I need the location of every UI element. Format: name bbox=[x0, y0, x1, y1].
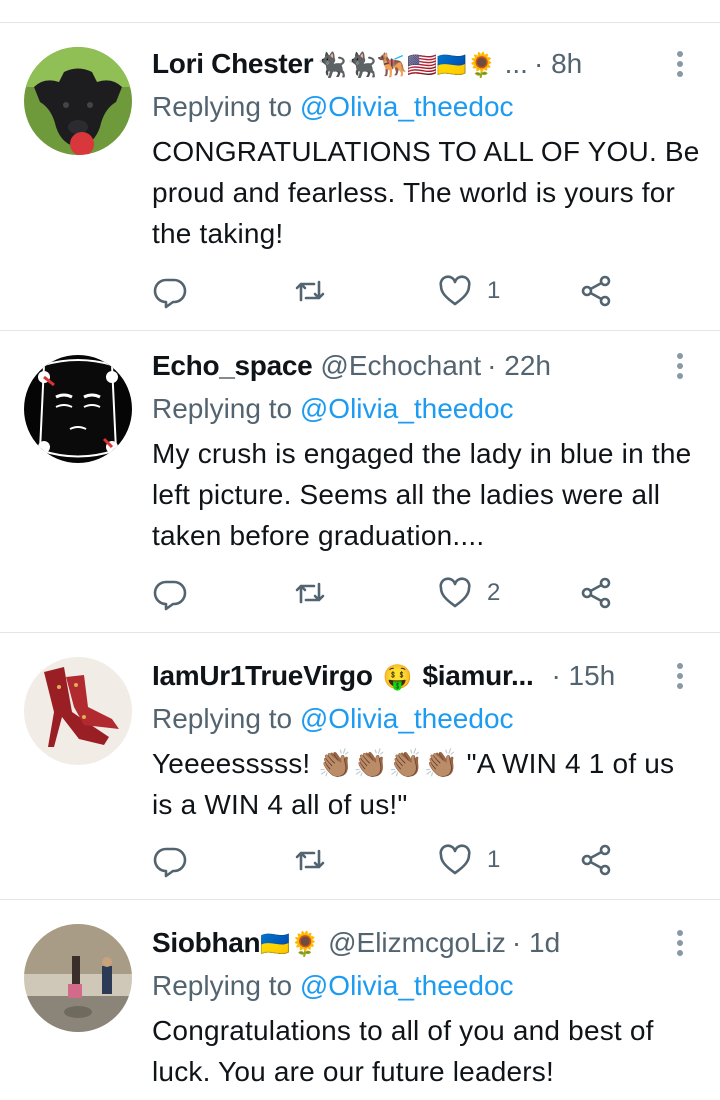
avatar[interactable] bbox=[24, 47, 132, 155]
tweet-text: Yeeeesssss! 👏🏽👏🏽👏🏽👏🏽 "A WIN 4 1 of us is… bbox=[152, 748, 675, 820]
replying-mention[interactable]: @Olivia_theedoc bbox=[300, 703, 514, 734]
avatar-people-image bbox=[24, 924, 132, 1032]
author-handle[interactable]: $iamur... bbox=[423, 660, 534, 691]
reply-button[interactable] bbox=[152, 573, 202, 613]
like-count: 2 bbox=[487, 579, 501, 606]
tweet-text: Congratulations to all of you and best o… bbox=[152, 1015, 654, 1087]
like-icon bbox=[439, 577, 471, 608]
tweet-header: Echo_space @Echochant · 22h bbox=[152, 343, 700, 389]
tweet[interactable]: Siobhan🇺🇦🌻 @ElizmcgoLiz · 1d Replying to @… bbox=[0, 900, 720, 1100]
replying-mention[interactable]: @Olivia_theedoc bbox=[300, 393, 514, 424]
retweet-button[interactable] bbox=[292, 840, 342, 880]
share-button[interactable] bbox=[578, 573, 614, 613]
like-count: 1 bbox=[487, 846, 501, 873]
share-button[interactable] bbox=[578, 840, 614, 880]
replying-to: Replying to @Olivia_theedoc bbox=[152, 389, 700, 429]
replying-prefix: Replying to bbox=[152, 970, 293, 1001]
more-icon[interactable] bbox=[670, 51, 690, 77]
author-name[interactable]: Lori Chester bbox=[152, 48, 314, 79]
retweet-icon bbox=[295, 849, 325, 871]
like-button[interactable]: 1 bbox=[437, 271, 500, 311]
author-handle[interactable]: @ElizmcgoLiz bbox=[328, 927, 506, 958]
replying-mention[interactable]: @Olivia_theedoc bbox=[300, 970, 514, 1001]
name-ellipsis: ... bbox=[504, 48, 528, 79]
timestamp[interactable]: · 8h bbox=[534, 48, 582, 79]
retweet-button[interactable] bbox=[292, 271, 342, 311]
replying-prefix: Replying to bbox=[152, 703, 293, 734]
tweet-actions: 2 bbox=[152, 573, 672, 613]
avatar-shoes-image bbox=[24, 657, 132, 765]
more-icon[interactable] bbox=[670, 930, 690, 956]
reply-icon bbox=[153, 580, 187, 611]
like-count: 1 bbox=[487, 277, 501, 304]
reply-icon bbox=[153, 847, 187, 878]
like-icon bbox=[439, 275, 471, 306]
tweet-actions: 1 bbox=[152, 271, 672, 311]
replying-to: Replying to @Olivia_theedoc bbox=[152, 966, 700, 1006]
retweet-button[interactable] bbox=[292, 573, 342, 613]
replying-to: Replying to @Olivia_theedoc bbox=[152, 699, 700, 739]
timestamp[interactable]: · 1d bbox=[512, 927, 560, 958]
share-button[interactable] bbox=[578, 271, 614, 311]
author-name[interactable]: Echo_space bbox=[152, 350, 313, 381]
share-icon bbox=[581, 844, 611, 876]
timestamp[interactable]: · 15h bbox=[551, 660, 615, 691]
avatar-dog-image bbox=[24, 47, 132, 155]
author-name[interactable]: Siobhan bbox=[152, 927, 261, 958]
share-icon bbox=[581, 275, 611, 307]
author-emojis: 🤑 bbox=[382, 664, 413, 691]
avatar[interactable] bbox=[24, 355, 132, 463]
tweet-text: CONGRATULATIONS TO ALL OF YOU. Be proud … bbox=[152, 136, 700, 249]
more-icon[interactable] bbox=[670, 353, 690, 379]
timestamp[interactable]: · 22h bbox=[487, 350, 551, 381]
tweet-header: IamUr1TrueVirgo 🤑 $iamur... · 15h bbox=[152, 653, 700, 699]
tweet-header: Siobhan🇺🇦🌻 @ElizmcgoLiz · 1d bbox=[152, 920, 700, 966]
more-icon[interactable] bbox=[670, 663, 690, 689]
reply-icon bbox=[153, 278, 187, 309]
avatar-face-image bbox=[24, 355, 132, 463]
replying-prefix: Replying to bbox=[152, 91, 293, 122]
share-icon bbox=[581, 577, 611, 609]
tweet[interactable]: IamUr1TrueVirgo 🤑 $iamur... · 15h Replying … bbox=[0, 633, 720, 900]
avatar[interactable] bbox=[24, 657, 132, 765]
tweet[interactable]: Echo_space @Echochant · 22h Replying to @O… bbox=[0, 331, 720, 633]
author-emojis: 🐈‍⬛🐈‍⬛🐕‍🦺🇺🇸🇺🇦🌻 bbox=[317, 52, 497, 79]
retweet-icon bbox=[295, 582, 325, 604]
like-button[interactable]: 1 bbox=[437, 840, 500, 880]
reply-button[interactable] bbox=[152, 271, 202, 311]
like-icon bbox=[439, 844, 471, 875]
tweet-text: My crush is engaged the lady in blue in … bbox=[152, 438, 692, 551]
tweet-actions: 1 bbox=[152, 840, 672, 880]
tweet-header: Lori Chester 🐈‍⬛🐈‍⬛🐕‍🦺🇺🇸🇺🇦🌻... · 8h bbox=[152, 41, 700, 87]
author-name[interactable]: IamUr1TrueVirgo bbox=[152, 660, 373, 691]
avatar[interactable] bbox=[24, 924, 132, 1032]
replying-prefix: Replying to bbox=[152, 393, 293, 424]
replying-to: Replying to @Olivia_theedoc bbox=[152, 87, 700, 127]
reply-button[interactable] bbox=[152, 840, 202, 880]
replying-mention[interactable]: @Olivia_theedoc bbox=[300, 91, 514, 122]
retweet-icon bbox=[295, 280, 325, 302]
tweet[interactable]: Lori Chester 🐈‍⬛🐈‍⬛🐕‍🦺🇺🇸🇺🇦🌻... · 8h Replyi… bbox=[0, 23, 720, 331]
like-button[interactable]: 2 bbox=[437, 573, 500, 613]
author-handle[interactable]: @Echochant bbox=[320, 350, 481, 381]
author-emojis: 🇺🇦🌻 bbox=[260, 931, 321, 958]
